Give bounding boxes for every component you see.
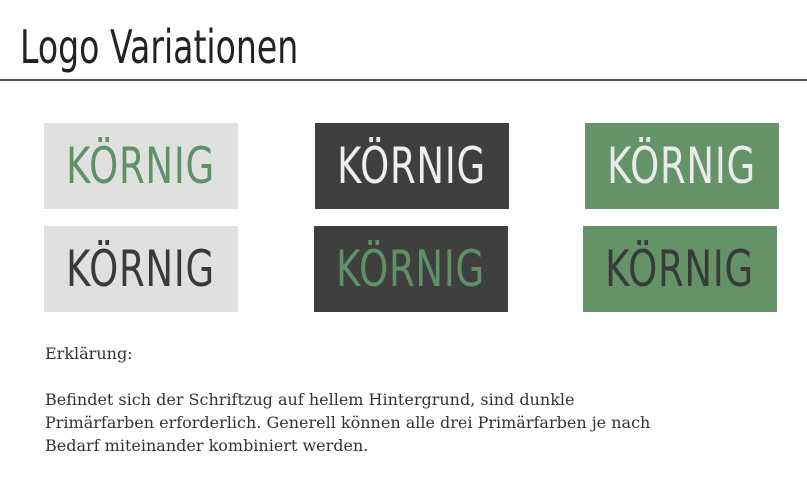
logo-variant-dark-green: KÖRNIG [314,226,508,312]
logo-variant-light-green: KÖRNIG [44,123,238,209]
explanation-line: Befindet sich der Schriftzug auf hellem … [45,390,575,409]
logo-wordmark: KÖRNIG [336,240,486,298]
logo-wordmark: KÖRNIG [66,137,216,195]
logo-wordmark: KÖRNIG [605,240,755,298]
logo-wordmark: KÖRNIG [66,240,216,298]
logo-variant-green-dark: KÖRNIG [583,226,777,312]
logo-wordmark: KÖRNIG [607,137,757,195]
explanation-text: Befindet sich der Schriftzug auf hellem … [45,388,745,457]
logo-variant-dark-white: KÖRNIG [315,123,509,209]
explanation-line: Bedarf miteinander kombiniert werden. [45,436,369,455]
title-divider [0,79,807,81]
explanation-heading: Erklärung: [45,344,133,363]
explanation-line: Primärfarben erforderlich. Generell könn… [45,413,651,432]
logo-wordmark: KÖRNIG [337,137,487,195]
page-title: Logo Variationen [20,20,299,74]
logo-variant-green-white: KÖRNIG [585,123,779,209]
logo-variant-light-dark: KÖRNIG [44,226,238,312]
